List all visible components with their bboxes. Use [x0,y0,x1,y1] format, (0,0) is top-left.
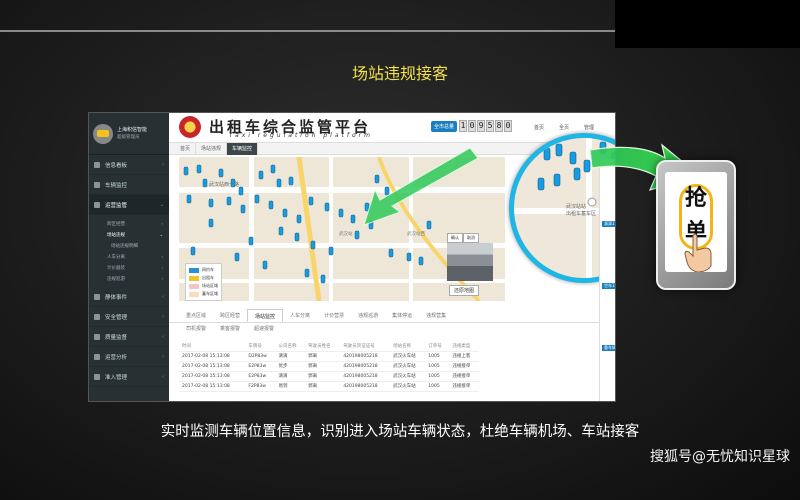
watermark: 搜狐号@无忧知识星球 [650,449,790,465]
slide-caption: 实时监测车辆位置信息，识别进入场站车辆状态，杜绝车辆机场、车站接客 [160,424,640,440]
phone-text-1: 抢 [684,185,707,211]
arrow-to-map [363,147,479,226]
phone-screen: 抢 单 [665,172,727,272]
hand-pointer-icon [684,233,712,272]
phone-graphic: 抢 单 [656,160,736,290]
